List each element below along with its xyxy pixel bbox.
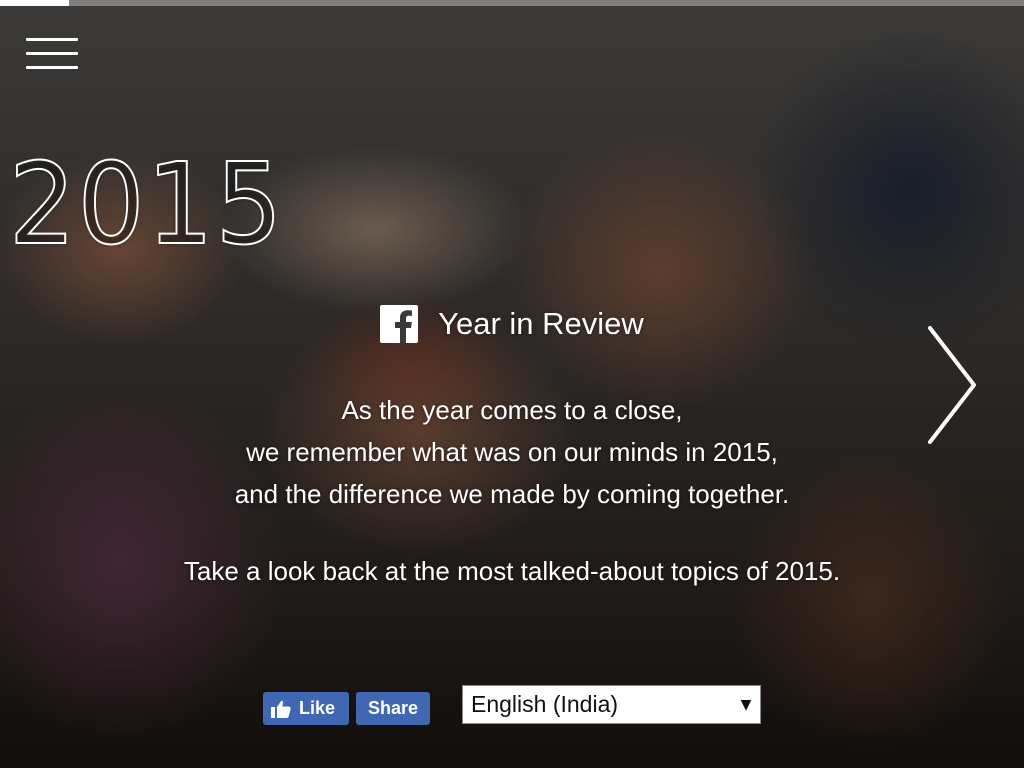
triangle-down-icon: ▼ bbox=[740, 696, 752, 713]
cta-line: Take a look back at the most talked-abou… bbox=[183, 556, 841, 586]
like-label: Like bbox=[299, 698, 336, 718]
language-select[interactable]: English (India) ▼ bbox=[462, 685, 761, 724]
title-text: Year in Review bbox=[438, 306, 644, 341]
facebook-logo-icon bbox=[380, 305, 419, 343]
progress-bar-fill bbox=[0, 0, 69, 6]
thumbs-up-icon bbox=[271, 700, 291, 718]
intro-text: As the year comes to a close, we remembe… bbox=[0, 389, 1024, 515]
year-in-review-page: 2015 Year in Review As the year comes to… bbox=[0, 0, 1024, 768]
hamburger-menu-icon bbox=[26, 38, 78, 41]
year-heading: 2015 bbox=[0, 139, 1024, 271]
share-button[interactable]: Share bbox=[356, 692, 430, 725]
share-label: Share bbox=[367, 698, 419, 718]
intro-line: we remember what was on our minds in 201… bbox=[246, 437, 778, 467]
menu-button[interactable] bbox=[26, 38, 78, 70]
progress-bar bbox=[0, 0, 1024, 6]
background-overlay bbox=[0, 0, 1024, 768]
intro-line: As the year comes to a close, bbox=[341, 395, 683, 425]
year-text: 2015 bbox=[8, 139, 285, 271]
page-title: Year in Review bbox=[0, 305, 1024, 343]
cta-text: Take a look back at the most talked-abou… bbox=[0, 550, 1024, 592]
hamburger-menu-icon bbox=[26, 66, 78, 69]
language-selected-value: English (India) bbox=[471, 691, 619, 717]
like-button[interactable]: Like bbox=[263, 692, 349, 725]
intro-line: and the difference we made by coming tog… bbox=[234, 479, 790, 509]
social-buttons: Like Share bbox=[263, 692, 430, 725]
hamburger-menu-icon bbox=[26, 52, 78, 55]
